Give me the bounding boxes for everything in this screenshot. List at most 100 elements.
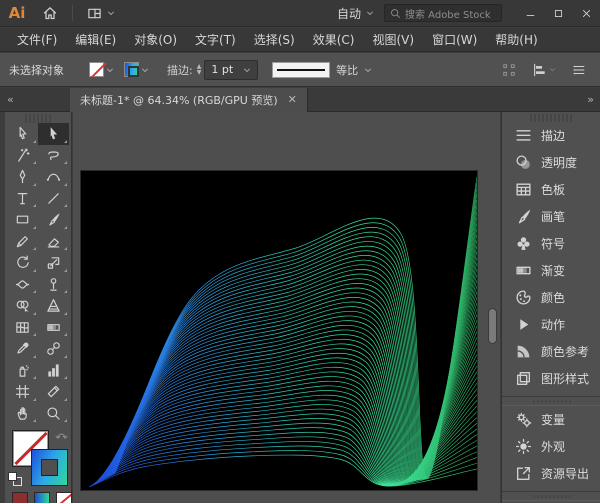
tool-eyedropper[interactable] xyxy=(7,338,38,360)
panel-tab-symbols[interactable]: 符号 xyxy=(502,230,600,257)
tool-eraser[interactable] xyxy=(38,231,69,253)
menu-item-1[interactable]: 编辑(E) xyxy=(66,28,125,52)
panel-tab-color[interactable]: 颜色 xyxy=(502,284,600,311)
menu-bar: 文件(F)编辑(E)对象(O)文字(T)选择(S)效果(C)视图(V)窗口(W)… xyxy=(0,28,600,52)
tool-puppet-warp[interactable] xyxy=(38,274,69,296)
toolbar-collapse-button[interactable]: « xyxy=(0,93,70,106)
tool-line-segment[interactable] xyxy=(38,188,69,210)
hand-icon xyxy=(15,406,30,421)
tool-zoom[interactable] xyxy=(38,403,69,425)
chevron-down-icon[interactable] xyxy=(106,66,114,74)
tool-width-tool[interactable] xyxy=(7,274,38,296)
stroke-width-stepper[interactable]: ▲▼ xyxy=(197,64,202,75)
tool-rectangle[interactable] xyxy=(7,209,38,231)
flyout-indicator xyxy=(33,419,36,422)
menu-item-0[interactable]: 文件(F) xyxy=(8,28,66,52)
transform-corners-icon[interactable] xyxy=(502,63,516,77)
home-button[interactable] xyxy=(34,0,66,27)
panel-tab-transparency[interactable]: 透明度 xyxy=(502,149,600,176)
panel-drag-grip[interactable] xyxy=(23,114,53,123)
tool-mesh[interactable] xyxy=(7,317,38,339)
panel-tab-asset-export[interactable]: 资源导出 xyxy=(502,460,600,487)
tool-pen[interactable] xyxy=(7,166,38,188)
tool-selection[interactable] xyxy=(38,123,69,145)
canvas-area[interactable] xyxy=(73,112,500,503)
menu-item-3[interactable]: 文字(T) xyxy=(186,28,245,52)
tool-pencil[interactable] xyxy=(7,231,38,253)
panel-collapse-button[interactable]: » xyxy=(587,93,600,106)
tab-close-icon[interactable]: ✕ xyxy=(288,93,297,106)
fill-swatch-none[interactable] xyxy=(89,62,104,77)
options-list-icon[interactable] xyxy=(572,63,586,77)
panel-tab-stroke-panel[interactable]: 描边 xyxy=(502,122,600,149)
stroke-panel-icon xyxy=(515,127,532,144)
stroke-width-field[interactable]: 1 pt xyxy=(204,60,258,80)
direct-selection-icon xyxy=(15,126,30,141)
tool-symbol-sprayer[interactable] xyxy=(7,360,38,382)
flyout-indicator xyxy=(64,398,67,401)
tool-lasso[interactable] xyxy=(38,145,69,167)
panel-tab-graphic-styles[interactable]: 图形样式 xyxy=(502,365,600,392)
minimize-button[interactable] xyxy=(516,0,544,27)
panel-tab-appearance[interactable]: 外观 xyxy=(502,433,600,460)
tool-curvature[interactable] xyxy=(38,166,69,188)
chevron-down-icon[interactable] xyxy=(364,66,372,74)
tool-slice[interactable] xyxy=(38,381,69,403)
tool-paintbrush[interactable] xyxy=(38,209,69,231)
stroke-swatch-gradient[interactable] xyxy=(124,62,139,77)
maximize-button[interactable] xyxy=(544,0,572,27)
flyout-indicator xyxy=(33,355,36,358)
search-input[interactable]: 搜索 Adobe Stock xyxy=(384,4,502,22)
panel-tab-brushes[interactable]: 画笔 xyxy=(502,203,600,230)
tool-shape-builder[interactable] xyxy=(7,295,38,317)
arrange-documents-button[interactable] xyxy=(79,0,123,27)
menu-item-6[interactable]: 视图(V) xyxy=(363,28,423,52)
stroke-proxy-gradient[interactable] xyxy=(31,449,68,486)
chevron-down-icon[interactable] xyxy=(141,66,149,74)
panel-tab-swatches[interactable]: 色板 xyxy=(502,176,600,203)
panel-tab-gradient[interactable]: 渐变 xyxy=(502,257,600,284)
tool-rotate[interactable] xyxy=(7,252,38,274)
vertical-scrollbar-thumb[interactable] xyxy=(488,308,497,344)
gpu-performance-dropdown[interactable]: 自动 xyxy=(327,5,384,22)
close-button[interactable] xyxy=(572,0,600,27)
tool-direct-selection[interactable] xyxy=(7,123,38,145)
tool-column-graph[interactable] xyxy=(38,360,69,382)
tool-hand[interactable] xyxy=(7,403,38,425)
panel-tab-color-guide[interactable]: 颜色参考 xyxy=(502,338,600,365)
menu-item-2[interactable]: 对象(O) xyxy=(125,28,186,52)
color-mode-button[interactable] xyxy=(12,492,28,503)
document-tab[interactable]: 未标题-1* @ 64.34% (RGB/GPU 预览) ✕ xyxy=(70,88,308,112)
panel-tab-actions[interactable]: 动作 xyxy=(502,311,600,338)
tool-scale[interactable] xyxy=(38,252,69,274)
menu-item-4[interactable]: 选择(S) xyxy=(245,28,304,52)
flyout-indicator xyxy=(64,247,67,250)
menu-item-8[interactable]: 帮助(H) xyxy=(486,28,546,52)
tool-artboard[interactable] xyxy=(7,381,38,403)
chevron-down-icon[interactable] xyxy=(549,66,556,73)
chevron-down-icon[interactable] xyxy=(243,66,251,74)
panel-tab-label: 透明度 xyxy=(541,154,577,171)
panel-drag-grip[interactable] xyxy=(528,114,574,122)
default-fill-stroke-button[interactable] xyxy=(8,472,22,486)
tool-magic-wand[interactable] xyxy=(7,145,38,167)
gradient-mode-button[interactable] xyxy=(34,492,50,503)
panel-tab-variables[interactable]: 变量 xyxy=(502,406,600,433)
stroke-color-control[interactable] xyxy=(124,62,149,77)
menu-item-7[interactable]: 窗口(W) xyxy=(423,28,486,52)
zoom-icon xyxy=(46,406,61,421)
swap-fill-stroke-button[interactable] xyxy=(55,430,68,443)
menu-item-5[interactable]: 效果(C) xyxy=(304,28,364,52)
fill-control[interactable] xyxy=(89,62,114,77)
align-icon[interactable] xyxy=(532,63,546,77)
gradient-icon xyxy=(515,262,532,279)
panel-group-separator xyxy=(502,491,600,501)
artboard[interactable] xyxy=(81,171,477,490)
search-icon xyxy=(390,8,401,19)
tool-perspective-grid[interactable] xyxy=(38,295,69,317)
tool-type[interactable] xyxy=(7,188,38,210)
tool-gradient-tool[interactable] xyxy=(38,317,69,339)
tool-blend[interactable] xyxy=(38,338,69,360)
width-profile-dropdown[interactable]: 等比 xyxy=(272,62,372,78)
none-mode-button[interactable] xyxy=(56,492,72,503)
